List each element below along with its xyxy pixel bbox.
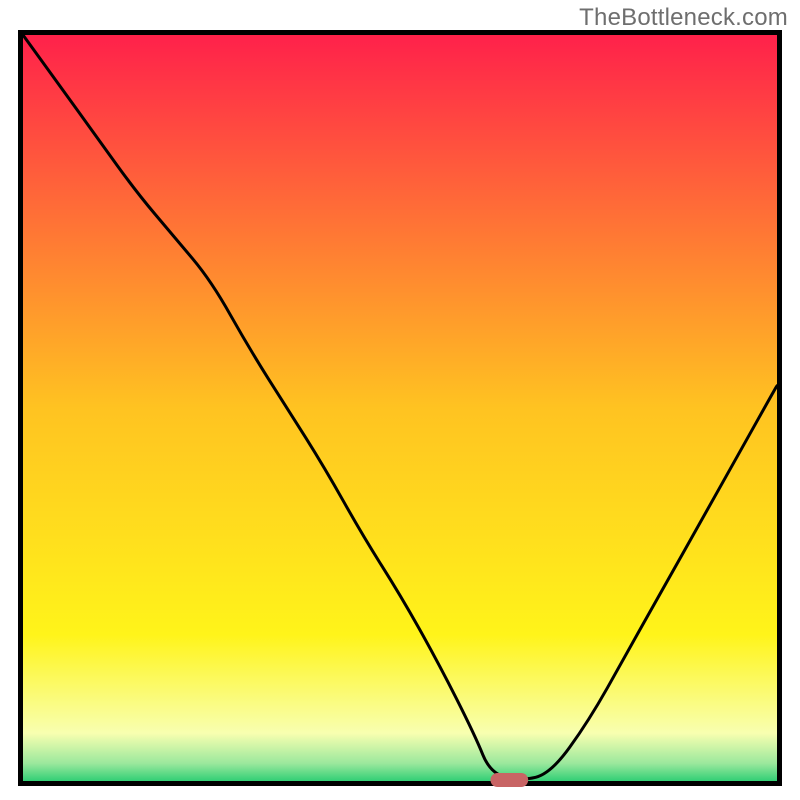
watermark-label: TheBottleneck.com: [579, 4, 788, 32]
gradient-background: [18, 30, 782, 786]
bottleneck-curve-chart: [0, 0, 800, 800]
chart-container: TheBottleneck.com: [0, 0, 800, 800]
optimal-marker: [490, 773, 528, 787]
